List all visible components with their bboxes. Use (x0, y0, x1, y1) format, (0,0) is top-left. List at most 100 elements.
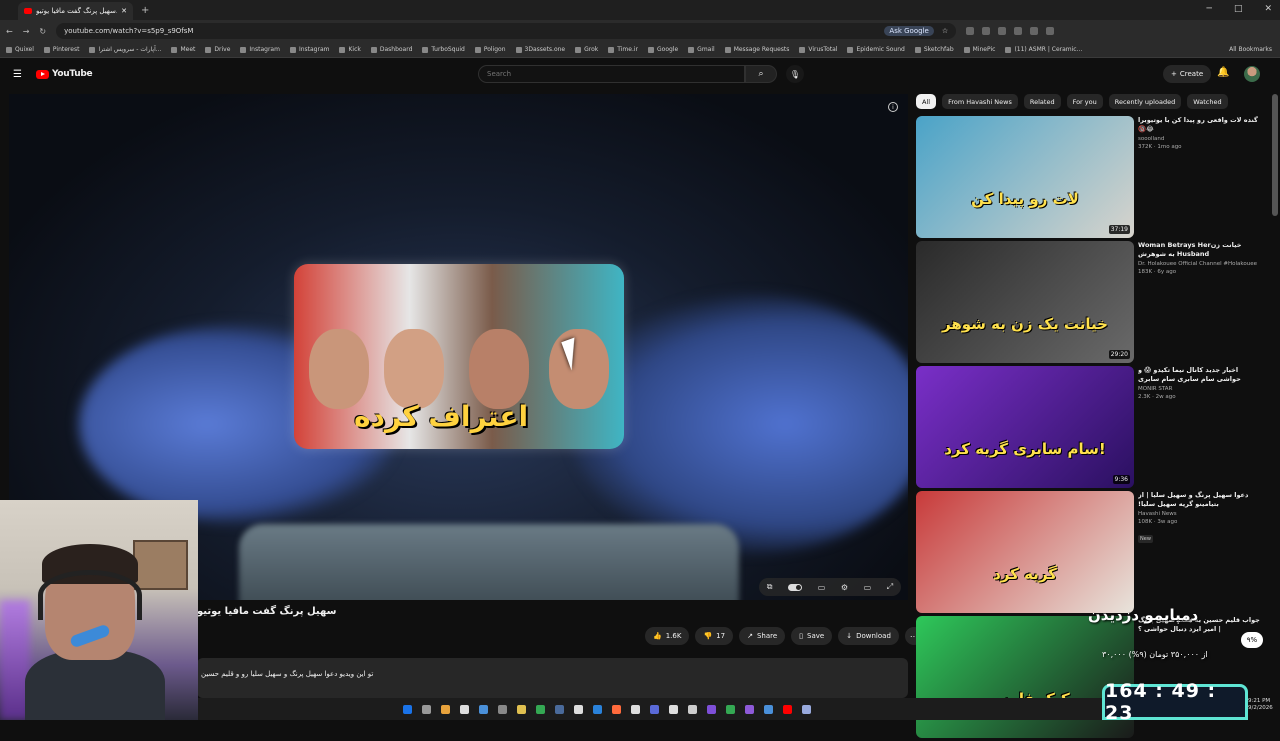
ask-google-button[interactable]: Ask Google (884, 26, 934, 36)
captions-icon[interactable]: ▭ (818, 583, 826, 592)
related-title[interactable]: گنده لات واقعی رو پیدا کن با یوتیوبرا 😂🔞 (1138, 116, 1264, 134)
taskbar-app-icon[interactable] (517, 704, 526, 714)
taskbar-app-icon[interactable] (764, 704, 773, 714)
settings-gear-icon[interactable]: ⚙ (841, 583, 848, 592)
taskbar-app-icon[interactable] (745, 704, 754, 714)
taskbar-app-icon[interactable] (422, 704, 431, 714)
bookmark-item[interactable]: (11) ASMR | Ceramic... (1005, 46, 1082, 53)
bookmark-item[interactable]: Pinterest (43, 46, 79, 53)
taskbar-app-icon[interactable] (783, 704, 792, 714)
bookmark-item[interactable]: VirusTotal (799, 46, 837, 53)
bookmark-star-icon[interactable]: ☆ (942, 27, 948, 35)
youtube-logo[interactable]: YouTube (36, 69, 93, 79)
forward-icon[interactable]: → (23, 27, 30, 36)
related-title[interactable]: خیانت زنWoman Betrays Her Husband به شوه… (1138, 241, 1264, 259)
taskbar-app-icon[interactable] (669, 704, 678, 714)
taskbar-app-icon[interactable] (574, 704, 583, 714)
close-window-button[interactable]: ✕ (1264, 4, 1272, 14)
description-box[interactable]: تو این ویدیو دعوا سهیل پرنگ و سهیل سلیا … (197, 658, 908, 698)
theater-mode-icon[interactable]: ▭ (864, 583, 872, 592)
taskbar-app-icon[interactable] (536, 704, 545, 714)
related-thumbnail[interactable]: سام سابری گریه کرد! 9:36 (916, 366, 1134, 488)
taskbar-app-icon[interactable] (479, 704, 488, 714)
create-button[interactable]: + Create (1163, 65, 1212, 83)
info-icon[interactable]: i (888, 102, 898, 112)
close-tab-icon[interactable]: ✕ (121, 7, 127, 15)
related-video-item[interactable]: گریه کرد دعوا سهیل پرنگ و سهیل سلیا | از … (916, 491, 1266, 616)
bookmark-item[interactable]: Google (648, 46, 678, 53)
bookmark-item[interactable]: Sketchfab (914, 46, 954, 53)
reload-icon[interactable]: ↻ (39, 27, 46, 36)
maximize-button[interactable]: □ (1234, 4, 1243, 14)
bookmark-item[interactable]: Gmail (688, 46, 715, 53)
extension-icon[interactable] (1046, 27, 1055, 35)
new-tab-button[interactable]: + (141, 5, 149, 16)
bookmark-item[interactable]: Epidemic Sound (847, 46, 905, 53)
taskbar-app-icon[interactable] (707, 704, 716, 714)
autoplay-toggle[interactable] (788, 583, 803, 591)
fullscreen-icon[interactable]: ⤢ (887, 582, 893, 592)
bookmark-item[interactable]: Instagram (289, 46, 329, 53)
hamburger-menu-icon[interactable]: ☰ (13, 70, 23, 80)
filter-chip[interactable]: From Havashi News (942, 94, 1018, 109)
taskbar-app-icon[interactable] (726, 704, 735, 714)
taskbar-app-icon[interactable] (802, 704, 811, 714)
bookmark-item[interactable]: Drive (205, 46, 230, 53)
dislike-button[interactable]: 👎 17 (695, 627, 734, 645)
related-video-item[interactable]: خیانت یک زن به شوهر 29:20 خیانت زنWoman Be… (916, 241, 1266, 366)
notifications-bell-icon[interactable]: 🔔 (1217, 67, 1229, 78)
omnibox[interactable]: youtube.com/watch?v=s5p9_s9OfsM Ask Goog… (56, 23, 957, 39)
like-button[interactable]: 👍 1.6K (645, 627, 690, 645)
related-channel[interactable]: Havashi News (1138, 511, 1264, 517)
bookmark-item[interactable]: Time.ir (608, 46, 638, 53)
filter-chip[interactable]: For you (1066, 94, 1103, 109)
search-input[interactable] (478, 65, 745, 83)
taskbar-app-icon[interactable] (498, 704, 507, 714)
filter-chip[interactable]: Recently uploaded (1108, 94, 1182, 109)
save-button[interactable]: ▯ Save (791, 627, 833, 645)
search-button[interactable]: ⌕ (745, 65, 777, 83)
bookmark-item[interactable]: MinePic (963, 46, 995, 53)
bookmark-item[interactable]: 3Dassets.one (515, 46, 565, 53)
taskbar-app-icon[interactable] (555, 704, 564, 714)
related-thumbnail[interactable]: خیانت یک زن به شوهر 29:20 (916, 241, 1134, 363)
related-video-item[interactable]: کیک فارسیجواب قلیم حسین به هکت سهیل پرنگ… (916, 616, 1266, 741)
download-button[interactable]: ↓ Download (838, 627, 899, 645)
minimize-button[interactable]: ─ (1207, 4, 1212, 14)
bookmark-item[interactable]: Dashboard (370, 46, 412, 53)
related-title[interactable]: اخبار جدید کانال نیما تکیدو 😱 و حواشی سا… (1138, 366, 1264, 384)
system-clock[interactable]: 9:21 PM 9/2/2026 (1248, 698, 1273, 712)
miniplayer-icon[interactable]: ⧉ (767, 582, 773, 592)
taskbar-app-icon[interactable] (612, 704, 621, 714)
related-channel[interactable]: sooolland (1138, 136, 1264, 142)
bookmark-item[interactable]: آپارات - سرویس اشترا... (89, 46, 161, 53)
bookmark-item[interactable]: Instagram (240, 46, 280, 53)
taskbar-app-icon[interactable] (688, 704, 697, 714)
scrollbar[interactable] (1272, 94, 1278, 216)
related-video-item[interactable]: سام سابری گریه کرد! 9:36 اخبار جدید کانال … (916, 366, 1266, 491)
url-text[interactable]: youtube.com/watch?v=s5p9_s9OfsM (64, 27, 876, 35)
related-thumbnail[interactable]: لات رو پیدا کن 37:19 (916, 116, 1134, 238)
taskbar-app-icon[interactable] (631, 704, 640, 714)
bookmark-item[interactable]: Message Requests (724, 46, 789, 53)
all-bookmarks-button[interactable]: All Bookmarks (1229, 46, 1272, 53)
active-tab[interactable]: سهیل پرنگ گفت مافیا یوتیو... ✕ (18, 2, 133, 20)
extension-icon[interactable] (982, 27, 991, 35)
filter-chip[interactable]: Watched (1187, 94, 1228, 109)
extension-icon[interactable] (998, 27, 1007, 35)
related-thumbnail[interactable]: گریه کرد (916, 491, 1134, 613)
back-icon[interactable]: ← (6, 27, 13, 36)
taskbar-app-icon[interactable] (403, 704, 412, 714)
filter-chip[interactable]: All (916, 94, 937, 109)
extension-icon[interactable] (1014, 27, 1023, 35)
bookmark-item[interactable]: Kick (339, 46, 361, 53)
share-button[interactable]: ↗ Share (739, 627, 786, 645)
taskbar-app-icon[interactable] (593, 704, 602, 714)
extension-icon[interactable] (1030, 27, 1039, 35)
related-title[interactable]: دعوا سهیل پرنگ و سهیل سلیا | از بتیامینو… (1138, 491, 1264, 509)
bookmark-item[interactable]: Meet (171, 46, 195, 53)
bookmark-item[interactable]: TurboSquid (422, 46, 465, 53)
filter-chip[interactable]: Related (1023, 94, 1061, 109)
bookmark-item[interactable]: Quixel (6, 46, 34, 53)
account-avatar[interactable] (1244, 66, 1260, 82)
